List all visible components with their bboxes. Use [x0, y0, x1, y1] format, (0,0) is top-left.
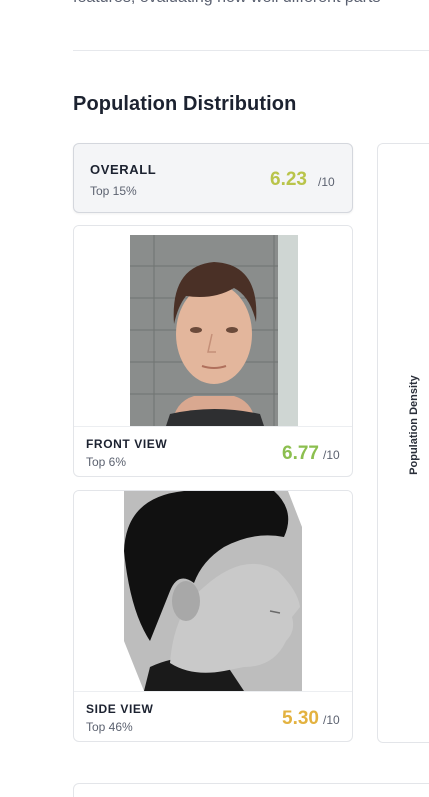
section-divider: [73, 50, 429, 51]
side-view-photo: [74, 491, 352, 691]
side-view-score: 5.30: [282, 708, 319, 729]
overall-rank: Top 15%: [90, 184, 137, 198]
population-density-panel: [377, 143, 429, 743]
overall-score-card[interactable]: OVERALL Top 15% 6.23 /10: [73, 143, 353, 213]
section-title: Population Distribution: [73, 93, 297, 115]
side-view-card[interactable]: SIDE VIEW Top 46% 5.30 /10: [73, 490, 353, 742]
side-view-score-unit: /10: [323, 713, 340, 727]
overall-score: 6.23: [270, 169, 307, 190]
front-view-score: 6.77: [282, 443, 319, 464]
front-view-label: FRONT VIEW: [86, 437, 168, 451]
next-section-card: [73, 783, 429, 797]
front-view-photo: [74, 226, 352, 426]
front-view-score-unit: /10: [323, 448, 340, 462]
side-view-footer: SIDE VIEW Top 46% 5.30 /10: [74, 691, 352, 741]
side-view-rank: Top 46%: [86, 720, 133, 734]
population-density-axis-label: Population Density: [408, 375, 420, 475]
front-view-card[interactable]: FRONT VIEW Top 6% 6.77 /10: [73, 225, 353, 477]
front-view-rank: Top 6%: [86, 455, 127, 469]
side-view-label: SIDE VIEW: [86, 702, 154, 716]
front-view-footer: FRONT VIEW Top 6% 6.77 /10: [74, 426, 352, 476]
intro-text: features, evaluating how well different …: [73, 0, 429, 8]
overall-label: OVERALL: [90, 162, 157, 177]
overall-score-unit: /10: [318, 175, 335, 189]
